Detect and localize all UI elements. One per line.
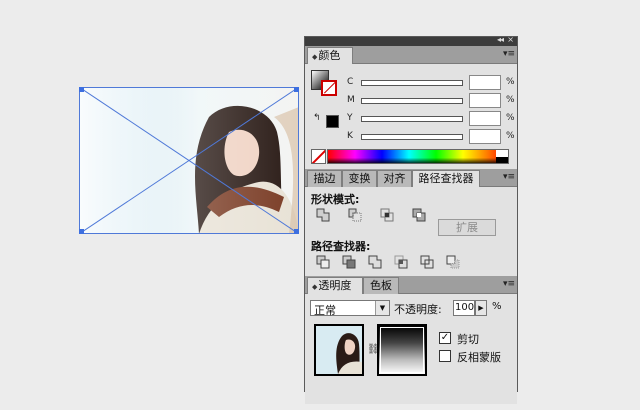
chevron-down-icon[interactable]: ▼ bbox=[375, 301, 389, 315]
artwork-preview bbox=[316, 326, 362, 374]
pathfinder-group-tabbar: 描边 变换 对齐 路径查找器 ▾≡ bbox=[305, 169, 517, 188]
opacity-slider-toggle-icon[interactable]: ▶ bbox=[475, 300, 487, 316]
opacity-label: 不透明度: bbox=[394, 303, 442, 316]
spectrum-black[interactable] bbox=[496, 157, 508, 163]
trim-icon[interactable] bbox=[342, 255, 356, 269]
panel-menu-icon[interactable]: ▾≡ bbox=[503, 171, 515, 184]
tab-align[interactable]: 对齐 bbox=[377, 170, 412, 187]
tab-transform[interactable]: 变换 bbox=[342, 170, 377, 187]
transparency-panel: 正常 ▼ 不透明度: 100 ▶ % ⛓ ✓ 剪切 反相蒙版 bbox=[305, 294, 517, 404]
unite-icon[interactable] bbox=[316, 208, 330, 222]
channel-y-input[interactable] bbox=[469, 111, 501, 126]
handle-top-left[interactable] bbox=[79, 87, 84, 92]
color-spectrum[interactable] bbox=[327, 149, 509, 164]
close-icon[interactable]: × bbox=[507, 35, 514, 44]
channel-m-input[interactable] bbox=[469, 93, 501, 108]
exclude-icon[interactable] bbox=[412, 208, 426, 222]
clip-checkbox[interactable]: ✓ bbox=[439, 332, 451, 344]
artwork-thumbnail[interactable] bbox=[314, 324, 364, 376]
minus-front-icon[interactable] bbox=[348, 208, 362, 222]
channel-c-input[interactable] bbox=[469, 75, 501, 90]
mask-thumbnail[interactable] bbox=[377, 324, 427, 376]
crop-icon[interactable] bbox=[394, 255, 408, 269]
invert-mask-checkbox[interactable] bbox=[439, 350, 451, 362]
tab-color[interactable]: ◆颜色 bbox=[307, 47, 353, 65]
shape-modes-label: 形状模式: bbox=[311, 193, 360, 206]
color-panel-tabbar: ◆颜色 ▾≡ bbox=[305, 46, 517, 65]
expand-button[interactable]: 扩展 bbox=[438, 219, 496, 236]
clip-label: 剪切 bbox=[457, 333, 479, 346]
double-arrow-icon: ◆ bbox=[312, 53, 318, 61]
color-panel: ↰ C % M % Y % K % bbox=[305, 64, 517, 169]
pathfinders-label: 路径查找器: bbox=[311, 240, 371, 253]
spectrum-white[interactable] bbox=[496, 150, 508, 157]
pathfinder-panel: 形状模式: 扩展 路径查找器: bbox=[305, 187, 517, 276]
channel-k-row: K % bbox=[347, 129, 517, 144]
invert-mask-label: 反相蒙版 bbox=[457, 351, 501, 364]
merge-icon[interactable] bbox=[368, 255, 382, 269]
panel-menu-icon[interactable]: ▾≡ bbox=[503, 48, 515, 61]
opacity-input[interactable]: 100 bbox=[453, 300, 475, 316]
divide-icon[interactable] bbox=[316, 255, 330, 269]
tab-stroke[interactable]: 描边 bbox=[307, 170, 342, 187]
channel-k-slider[interactable] bbox=[361, 134, 463, 140]
channel-k-input[interactable] bbox=[469, 129, 501, 144]
minus-back-icon[interactable] bbox=[446, 255, 460, 269]
channel-y-row: Y % bbox=[347, 111, 517, 126]
transparency-group-tabbar: ◆透明度 色板 ▾≡ bbox=[305, 276, 517, 295]
channel-y-slider[interactable] bbox=[361, 116, 463, 122]
mask-frame bbox=[380, 327, 424, 373]
selection-bounds bbox=[79, 87, 299, 234]
panel-stack-header[interactable]: ◂◂ × bbox=[305, 35, 517, 46]
none-swatch[interactable] bbox=[311, 149, 326, 164]
blend-mode-select[interactable]: 正常 ▼ bbox=[310, 300, 390, 317]
channel-m-slider[interactable] bbox=[361, 98, 463, 104]
collapse-icon[interactable]: ◂◂ bbox=[497, 35, 504, 44]
channel-c-row: C % bbox=[347, 75, 517, 90]
tab-pathfinder[interactable]: 路径查找器 bbox=[412, 170, 480, 188]
tab-transparency[interactable]: ◆透明度 bbox=[307, 277, 363, 295]
double-arrow-icon: ◆ bbox=[312, 283, 318, 291]
channel-c-slider[interactable] bbox=[361, 80, 463, 86]
panel-menu-icon[interactable]: ▾≡ bbox=[503, 278, 515, 291]
default-colors-icon[interactable]: ↰ bbox=[313, 113, 321, 123]
placed-image[interactable] bbox=[79, 87, 299, 234]
outline-icon[interactable] bbox=[420, 255, 434, 269]
handle-top-right[interactable] bbox=[294, 87, 299, 92]
handle-bottom-left[interactable] bbox=[79, 229, 84, 234]
channel-m-row: M % bbox=[347, 93, 517, 108]
stroke-swatch[interactable] bbox=[321, 80, 337, 96]
intersect-icon[interactable] bbox=[380, 208, 394, 222]
mini-fill-swatch[interactable] bbox=[326, 115, 339, 128]
tab-swatches[interactable]: 色板 bbox=[363, 277, 399, 294]
handle-bottom-right[interactable] bbox=[294, 229, 299, 234]
panel-stack: ◂◂ × ◆颜色 ▾≡ ↰ C % M % Y % K % 描边 变换 对齐 路… bbox=[304, 35, 518, 404]
